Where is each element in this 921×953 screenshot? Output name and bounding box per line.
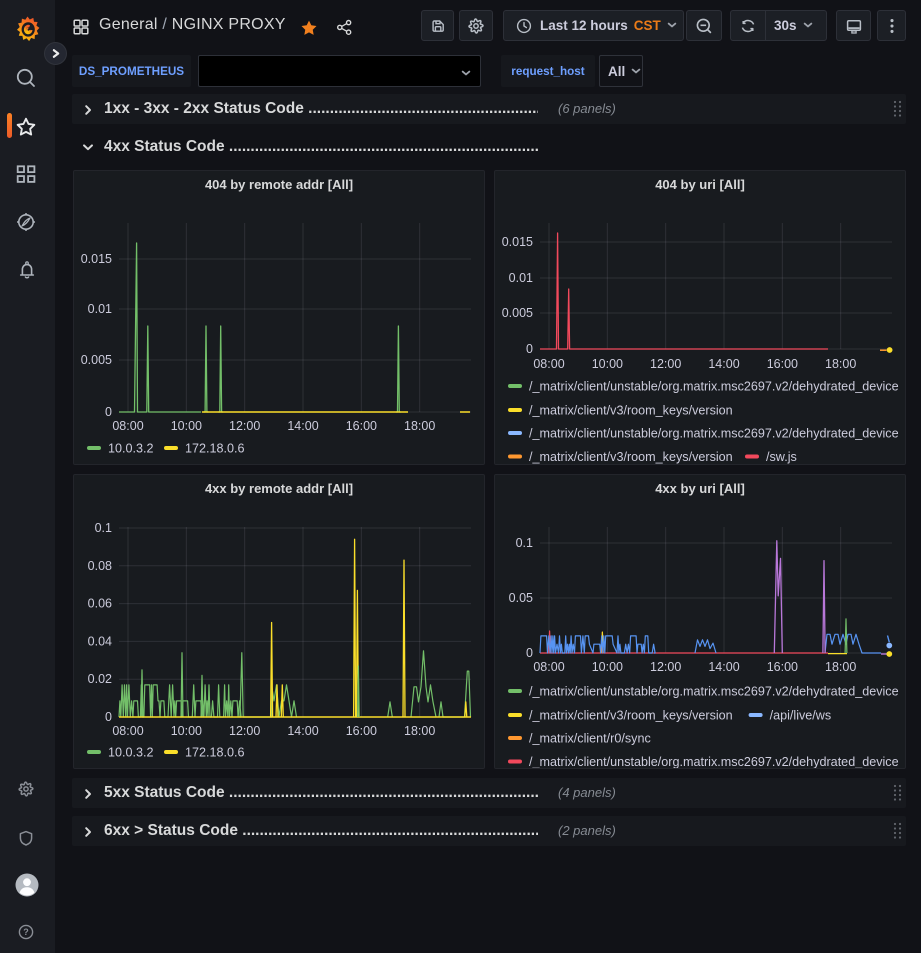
svg-text:14:00: 14:00 xyxy=(287,419,318,433)
svg-text:10:00: 10:00 xyxy=(592,357,623,371)
svg-text:12:00: 12:00 xyxy=(229,419,260,433)
svg-text:10:00: 10:00 xyxy=(171,419,202,433)
svg-text:18:00: 18:00 xyxy=(825,357,856,371)
svg-text:0.04: 0.04 xyxy=(88,634,112,648)
svg-text:18:00: 18:00 xyxy=(825,660,856,674)
svg-text:0.1: 0.1 xyxy=(95,521,112,535)
svg-text:0.06: 0.06 xyxy=(88,597,112,611)
svg-text:16:00: 16:00 xyxy=(346,419,377,433)
svg-text:0: 0 xyxy=(105,710,112,724)
svg-text:/api/live/ws: /api/live/ws xyxy=(770,709,832,723)
svg-text:0: 0 xyxy=(526,646,533,660)
svg-text:0.1: 0.1 xyxy=(516,536,533,550)
svg-text:16:00: 16:00 xyxy=(767,357,798,371)
svg-text:/sw.js: /sw.js xyxy=(766,450,797,464)
svg-text:0: 0 xyxy=(526,342,533,356)
svg-text:0.005: 0.005 xyxy=(502,306,533,320)
svg-text:12:00: 12:00 xyxy=(650,357,681,371)
svg-text:/_matrix/client/v3/room_keys/v: /_matrix/client/v3/room_keys/version xyxy=(529,404,733,418)
svg-text:0.01: 0.01 xyxy=(509,271,533,285)
svg-text:0.05: 0.05 xyxy=(509,591,533,605)
svg-text:16:00: 16:00 xyxy=(346,724,377,738)
svg-text:/_matrix/client/unstable/org.m: /_matrix/client/unstable/org.matrix.msc2… xyxy=(529,380,899,394)
svg-text:/_matrix/client/unstable/org.m: /_matrix/client/unstable/org.matrix.msc2… xyxy=(529,685,899,699)
svg-text:0.005: 0.005 xyxy=(81,353,112,367)
svg-text:12:00: 12:00 xyxy=(229,724,260,738)
svg-text:10.0.3.2: 10.0.3.2 xyxy=(108,442,154,456)
svg-text:10:00: 10:00 xyxy=(171,724,202,738)
svg-text:08:00: 08:00 xyxy=(533,660,564,674)
svg-text:0.01: 0.01 xyxy=(88,302,112,316)
svg-text:18:00: 18:00 xyxy=(404,724,435,738)
svg-text:0.015: 0.015 xyxy=(81,252,112,266)
svg-text:0.02: 0.02 xyxy=(88,672,112,686)
svg-text:10:00: 10:00 xyxy=(592,660,623,674)
svg-text:0.015: 0.015 xyxy=(502,235,533,249)
svg-text:10.0.3.2: 10.0.3.2 xyxy=(108,746,154,760)
svg-text:14:00: 14:00 xyxy=(287,724,318,738)
svg-text:12:00: 12:00 xyxy=(650,660,681,674)
svg-text:172.18.0.6: 172.18.0.6 xyxy=(185,746,245,760)
svg-text:/_matrix/client/unstable/org.m: /_matrix/client/unstable/org.matrix.msc2… xyxy=(529,427,899,441)
svg-text:?: ? xyxy=(23,927,29,937)
svg-text:18:00: 18:00 xyxy=(404,419,435,433)
svg-text:14:00: 14:00 xyxy=(708,660,739,674)
svg-text:08:00: 08:00 xyxy=(533,357,564,371)
svg-text:/_matrix/client/r0/sync: /_matrix/client/r0/sync xyxy=(529,732,651,746)
svg-text:0: 0 xyxy=(105,405,112,419)
svg-text:08:00: 08:00 xyxy=(112,419,143,433)
svg-text:/_matrix/client/v3/room_keys/v: /_matrix/client/v3/room_keys/version xyxy=(529,450,733,464)
svg-text:08:00: 08:00 xyxy=(112,724,143,738)
svg-text:14:00: 14:00 xyxy=(708,357,739,371)
svg-text:172.18.0.6: 172.18.0.6 xyxy=(185,442,245,456)
svg-text:/_matrix/client/unstable/org.m: /_matrix/client/unstable/org.matrix.msc2… xyxy=(529,755,899,768)
svg-text:0.08: 0.08 xyxy=(88,559,112,573)
svg-text:/_matrix/client/v3/room_keys/v: /_matrix/client/v3/room_keys/version xyxy=(529,709,733,723)
svg-text:16:00: 16:00 xyxy=(767,660,798,674)
